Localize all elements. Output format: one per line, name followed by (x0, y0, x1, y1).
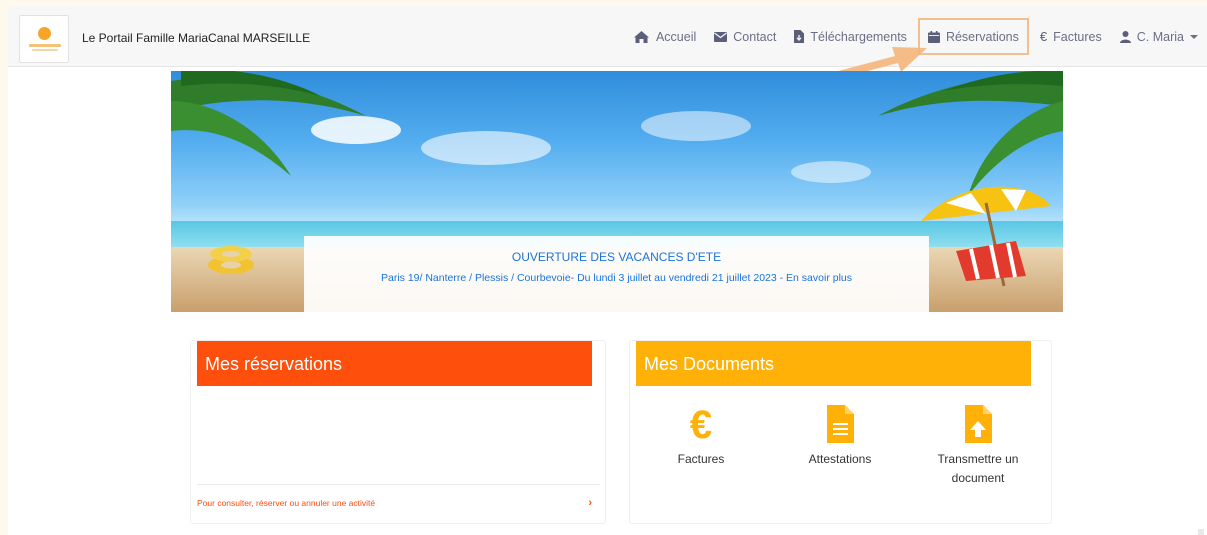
chevron-right-icon: › (588, 496, 592, 509)
nav-factures[interactable]: € Factures (1031, 19, 1111, 55)
nav-user-label: C. Maria (1136, 29, 1184, 44)
nav-reservations-label: Réservations (945, 29, 1019, 44)
euro-icon: € (1039, 29, 1048, 44)
home-icon (633, 30, 649, 43)
nav-contact[interactable]: Contact (705, 19, 785, 55)
reservations-footer-label: Pour consulter, réserver ou annuler une … (197, 497, 376, 508)
user-icon (1119, 30, 1131, 43)
site-logo[interactable] (19, 15, 69, 63)
doc-attestations-label: Attestations (808, 452, 872, 466)
euro-icon: € (690, 404, 712, 444)
banner-title: OUVERTURE DES VACANCES D'ETE (511, 250, 722, 264)
nav-accueil[interactable]: Accueil (624, 19, 705, 55)
chevron-down-icon (1190, 34, 1198, 39)
doc-factures[interactable]: € Factures (641, 404, 761, 469)
top-navbar: Le Portail Famille MariaCanal MARSEILLE … (8, 6, 1207, 87)
palm-leaves-left (171, 71, 366, 176)
nav-user-menu[interactable]: C. Maria (1111, 19, 1207, 55)
nav-accueil-label: Accueil (655, 29, 697, 44)
reservations-footer-link[interactable]: Pour consulter, réserver ou annuler une … (197, 484, 600, 520)
envelope-icon (714, 31, 728, 42)
beach-umbrella-icon (921, 186, 1051, 287)
reservations-card: Mes réservations Pour consulter, réserve… (190, 340, 606, 524)
scrollbar-corner (1198, 529, 1204, 535)
nav-factures-label: Factures (1053, 29, 1102, 44)
banner-caption[interactable]: OUVERTURE DES VACANCES D'ETE Paris 19/ N… (304, 236, 929, 312)
hero-banner[interactable]: OUVERTURE DES VACANCES D'ETE Paris 19/ N… (171, 71, 1063, 312)
life-ring-icon (208, 246, 254, 274)
svg-text:€: € (690, 404, 712, 444)
doc-transmettre-label: Transmettre un document (937, 452, 1019, 485)
logo-mark (38, 27, 51, 40)
page: Le Portail Famille MariaCanal MARSEILLE … (8, 6, 1207, 535)
brand-title[interactable]: Le Portail Famille MariaCanal MARSEILLE (82, 31, 310, 45)
banner-subtitle-link[interactable]: Paris 19/ Nanterre / Plessis / Courbevoi… (304, 272, 929, 284)
documents-card: Mes Documents € Factures Attestations Tr… (629, 340, 1052, 524)
reservations-card-title: Mes réservations (197, 341, 592, 386)
nav-contact-label: Contact (733, 29, 777, 44)
doc-factures-label: Factures (677, 452, 725, 466)
documents-card-title: Mes Documents (636, 341, 1031, 386)
upload-file-icon (965, 405, 992, 443)
doc-transmettre[interactable]: Transmettre un document (918, 404, 1038, 488)
doc-attestations[interactable]: Attestations (780, 404, 900, 469)
document-icon (827, 405, 854, 443)
